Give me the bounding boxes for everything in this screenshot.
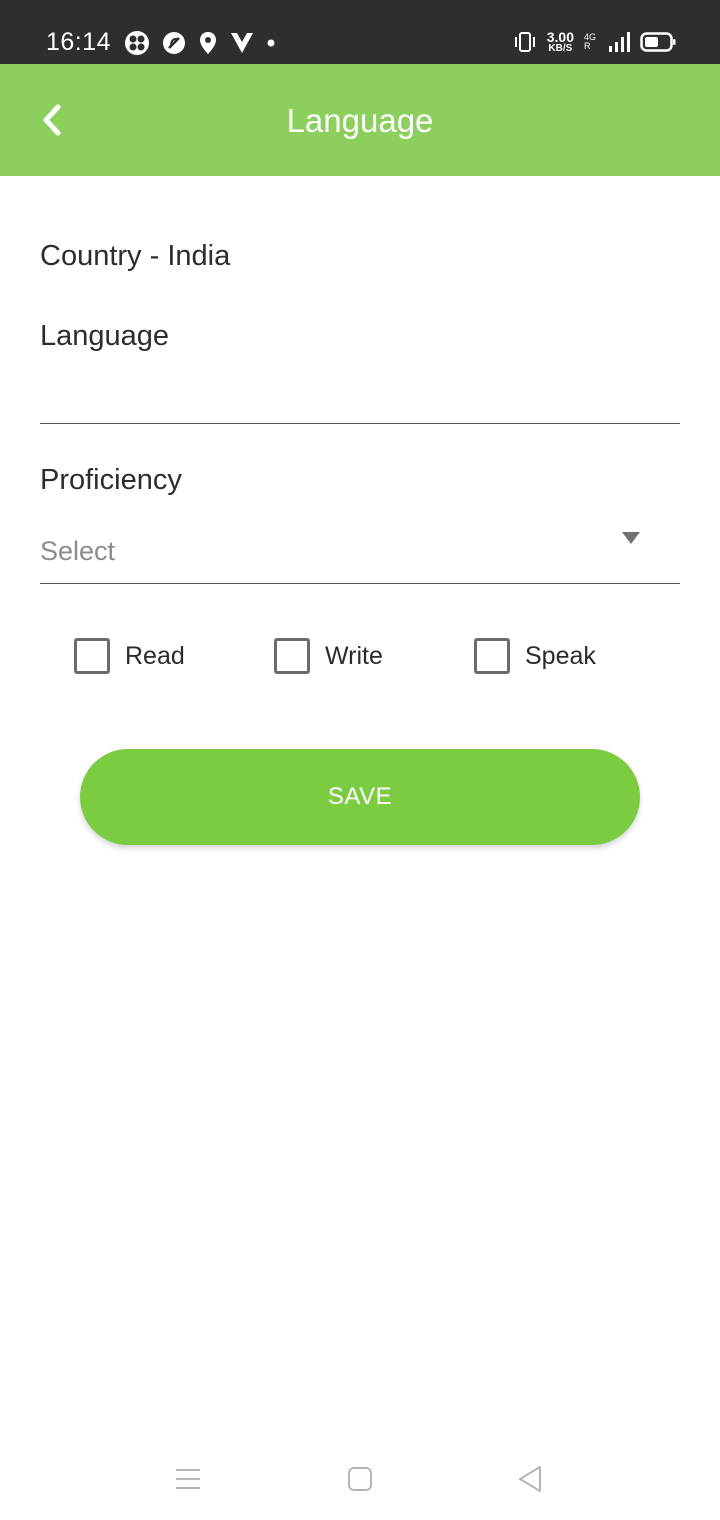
leaf-app-icon <box>162 31 186 55</box>
signal-icon <box>608 31 630 53</box>
proficiency-dropdown[interactable]: Select <box>40 524 680 584</box>
dot-icon <box>266 38 276 48</box>
speak-checkbox[interactable]: Speak <box>474 638 596 674</box>
v-app-icon <box>230 32 254 54</box>
battery-icon <box>640 31 676 53</box>
triangle-left-icon <box>519 1466 541 1492</box>
network-speed: 3.00 KB/S <box>547 30 574 54</box>
status-bar: 16:14 3.00 KB/S 4G R <box>0 0 720 64</box>
notification-icons <box>124 30 276 56</box>
language-input[interactable] <box>40 372 680 424</box>
save-button[interactable]: SAVE <box>80 749 640 845</box>
country-label: Country - India <box>40 240 231 272</box>
write-checkbox[interactable]: Write <box>274 638 383 674</box>
vibrate-icon <box>513 31 537 53</box>
write-checkbox-label: Write <box>325 641 383 670</box>
recent-apps-button[interactable] <box>166 1462 210 1496</box>
status-time: 16:14 <box>46 28 112 56</box>
network-type-bottom: R <box>583 41 591 51</box>
triangle-down-icon <box>622 532 640 544</box>
read-checkbox-label: Read <box>125 641 185 670</box>
speed-value: 3.00 <box>546 29 574 45</box>
fan-app-icon <box>124 30 150 56</box>
system-icons: 3.00 KB/S 4G R <box>513 30 676 54</box>
proficiency-selected-value: Select <box>40 536 116 566</box>
location-icon <box>198 31 218 55</box>
read-checkbox[interactable]: Read <box>74 638 185 674</box>
home-button[interactable] <box>338 1462 382 1496</box>
menu-icon <box>176 1469 200 1489</box>
speak-checkbox-label: Speak <box>525 641 596 670</box>
app-bar: Language <box>0 64 720 176</box>
speed-unit: KB/S <box>548 43 573 54</box>
back-nav-button[interactable] <box>508 1462 552 1496</box>
skills-checkboxes: Read Write Speak <box>74 638 674 678</box>
square-icon <box>348 1467 372 1491</box>
proficiency-label: Proficiency <box>40 464 182 496</box>
checkbox-box[interactable] <box>274 638 310 674</box>
system-nav-bar <box>0 1440 720 1520</box>
network-type: 4G R <box>584 33 596 51</box>
page-title: Language <box>286 102 434 139</box>
checkbox-box[interactable] <box>74 638 110 674</box>
language-label: Language <box>40 320 170 352</box>
checkbox-box[interactable] <box>474 638 510 674</box>
